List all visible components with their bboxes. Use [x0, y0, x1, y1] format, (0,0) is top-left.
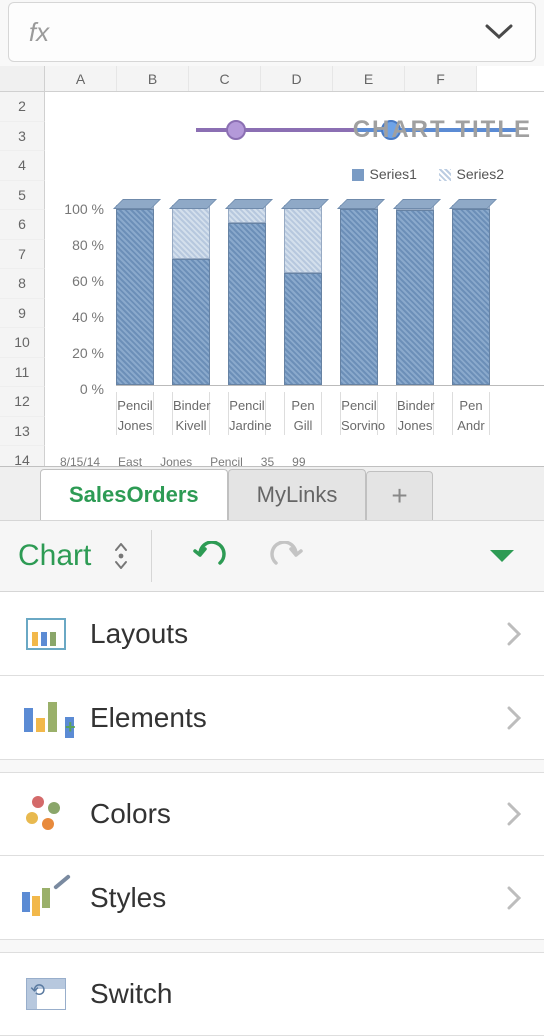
- chart-options-menu: Layouts + Elements Colors Styles Switch: [0, 592, 544, 1036]
- row-header[interactable]: 6: [0, 210, 45, 240]
- legend-label: Series1: [370, 166, 417, 182]
- menu-label: Styles: [90, 882, 166, 914]
- x-category: PencilSorvino: [340, 392, 378, 435]
- menu-item-layouts[interactable]: Layouts: [0, 592, 544, 676]
- x-category: PencilJardine: [228, 392, 266, 435]
- chart-bars: [116, 206, 544, 386]
- y-tick: 0 %: [54, 381, 104, 417]
- chevron-right-icon: [506, 801, 522, 827]
- legend-swatch-s1: [352, 169, 364, 181]
- row-header[interactable]: 13: [0, 417, 45, 447]
- slider-handle-left[interactable]: [226, 120, 246, 140]
- y-tick: 20 %: [54, 345, 104, 381]
- chart-x-labels: PencilJones BinderKivell PencilJardine PenG…: [116, 392, 544, 435]
- chart-title: CHART TITLE: [353, 116, 532, 144]
- redo-button[interactable]: [248, 541, 324, 571]
- menu-item-styles[interactable]: Styles: [0, 856, 544, 940]
- sheet-tab-bar: 8/15/14 East Jones Pencil 35 99 SalesOrd…: [0, 466, 544, 520]
- y-tick: 60 %: [54, 273, 104, 309]
- select-all-corner[interactable]: [0, 66, 45, 91]
- cell-peek: Jones: [160, 455, 192, 469]
- y-tick: 40 %: [54, 309, 104, 345]
- chart-bar: [396, 205, 434, 385]
- context-toolbar: Chart: [0, 520, 544, 592]
- row-header[interactable]: 11: [0, 358, 45, 388]
- switch-icon: [22, 974, 70, 1014]
- chevron-right-icon: [506, 705, 522, 731]
- chevron-right-icon: [506, 621, 522, 647]
- undo-button[interactable]: [172, 541, 248, 571]
- chart-bar: [284, 205, 322, 385]
- menu-label: Colors: [90, 798, 171, 830]
- menu-label: Layouts: [90, 618, 188, 650]
- chart-bar: [340, 205, 378, 385]
- formula-expand-icon[interactable]: [485, 24, 535, 40]
- chart-legend: Series1 Series2: [346, 166, 505, 182]
- cell-peek: 35: [261, 455, 274, 469]
- chart-bar: [116, 205, 154, 385]
- chevron-right-icon: [506, 885, 522, 911]
- cell-peek: 99: [292, 455, 305, 469]
- fx-label: fx: [9, 17, 69, 48]
- mode-switch-icon[interactable]: [111, 541, 131, 571]
- menu-label: Switch: [90, 978, 172, 1010]
- col-header[interactable]: A: [45, 66, 117, 91]
- colors-icon: [22, 794, 70, 834]
- x-category: PenAndr: [452, 392, 490, 435]
- x-category: PencilJones: [116, 392, 154, 435]
- menu-item-elements[interactable]: + Elements: [0, 676, 544, 760]
- row-header[interactable]: 8: [0, 269, 45, 299]
- x-category: PenGill: [284, 392, 322, 435]
- menu-item-colors[interactable]: Colors: [0, 772, 544, 856]
- row-header[interactable]: 3: [0, 122, 45, 152]
- col-header[interactable]: F: [405, 66, 477, 91]
- add-sheet-button[interactable]: +: [366, 471, 432, 520]
- row-header[interactable]: 10: [0, 328, 45, 358]
- menu-item-switch[interactable]: Switch: [0, 952, 544, 1036]
- menu-label: Elements: [90, 702, 207, 734]
- styles-icon: [22, 878, 70, 918]
- cell-peek: East: [118, 455, 142, 469]
- legend-label: Series2: [457, 166, 504, 182]
- row-header[interactable]: 2: [0, 92, 45, 122]
- row-headers: 2 3 4 5 6 7 8 9 10 11 12 13 14: [0, 92, 45, 476]
- y-tick: 100 %: [54, 201, 104, 237]
- row-header[interactable]: 4: [0, 151, 45, 181]
- spreadsheet-area: A B C D E F 2 3 4 5 6 7 8 9 10 11 12 13 …: [0, 66, 544, 466]
- embedded-chart[interactable]: CHART TITLE Series1 Series2 100 % 80 % 6…: [46, 96, 544, 476]
- chart-bar: [452, 205, 490, 385]
- col-header[interactable]: E: [333, 66, 405, 91]
- formula-bar: fx: [8, 2, 536, 62]
- row-header[interactable]: 5: [0, 181, 45, 211]
- column-headers: A B C D E F: [0, 66, 544, 92]
- row-header[interactable]: 9: [0, 299, 45, 329]
- chart-bar: [228, 205, 266, 385]
- row-header[interactable]: 12: [0, 387, 45, 417]
- x-category: BinderKivell: [172, 392, 210, 435]
- col-header[interactable]: B: [117, 66, 189, 91]
- sheet-tab-salesorders[interactable]: SalesOrders: [40, 469, 228, 520]
- grid-peek-row: 8/15/14 East Jones Pencil 35 99: [60, 455, 306, 469]
- cell-peek: Pencil: [210, 455, 243, 469]
- cell-peek: 8/15/14: [60, 455, 100, 469]
- chart-y-axis: 100 % 80 % 60 % 40 % 20 % 0 %: [54, 201, 104, 417]
- toolbar-mode-label[interactable]: Chart: [0, 539, 91, 573]
- row-header[interactable]: 7: [0, 240, 45, 270]
- layouts-icon: [22, 614, 70, 654]
- col-header[interactable]: D: [261, 66, 333, 91]
- elements-icon: +: [22, 698, 70, 738]
- legend-swatch-s2: [439, 169, 451, 181]
- toolbar-collapse-icon[interactable]: [488, 547, 544, 565]
- chart-bar: [172, 205, 210, 385]
- y-tick: 80 %: [54, 237, 104, 273]
- col-header[interactable]: C: [189, 66, 261, 91]
- sheet-tab-mylinks[interactable]: MyLinks: [228, 469, 367, 520]
- x-category: BinderJones: [396, 392, 434, 435]
